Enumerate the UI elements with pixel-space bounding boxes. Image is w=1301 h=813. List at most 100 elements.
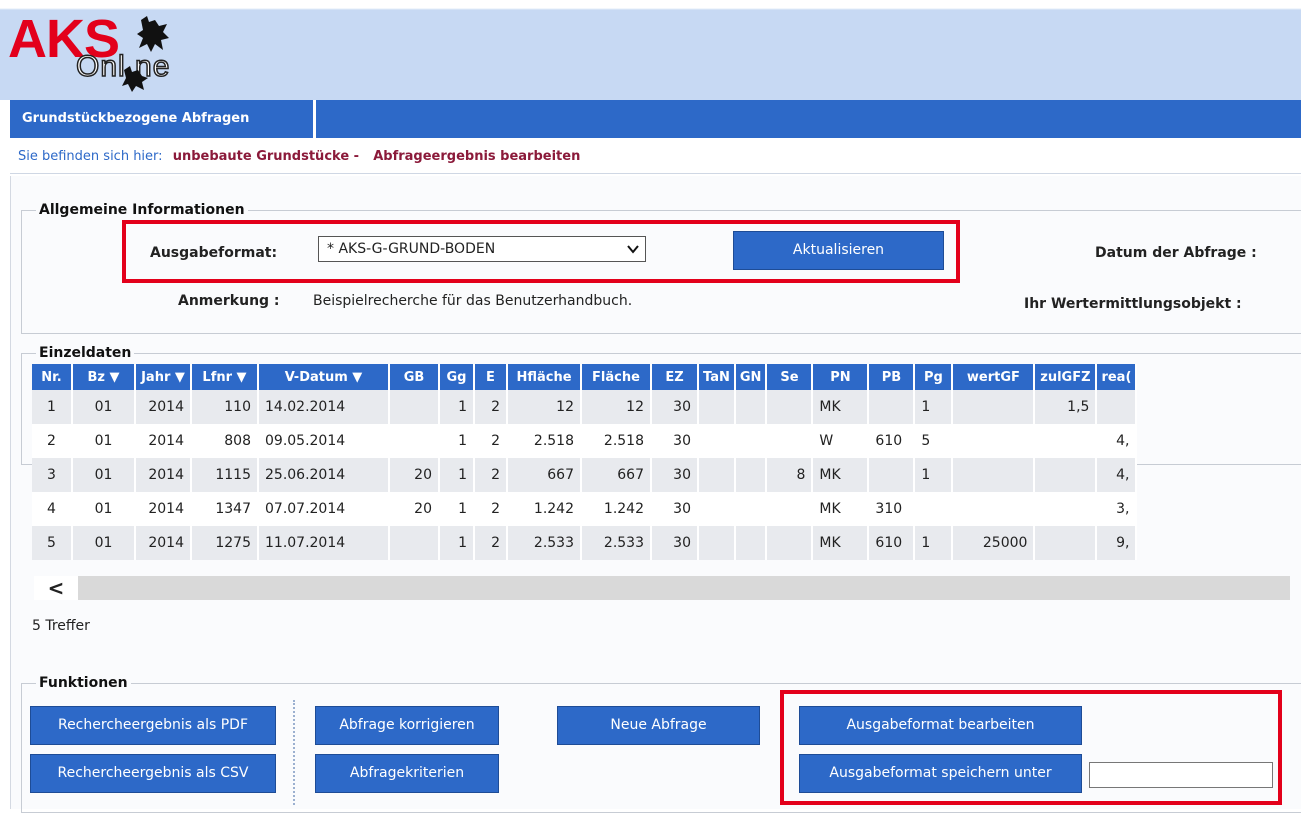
table-cell: [1034, 424, 1098, 458]
breadcrumb: Sie befinden sich hier: unbebaute Grunds…: [10, 140, 1301, 174]
table-cell: 4: [32, 492, 73, 526]
column-header: E: [474, 364, 508, 390]
einzeldaten-table-wrap[interactable]: Nr. Bz ▼ Jahr ▼ Lfnr ▼ V-Datum ▼ GB Gg E Hfläche…: [32, 364, 1290, 604]
table-cell: [734, 526, 768, 560]
table-cell: [389, 390, 440, 424]
breadcrumb-item-abfrageergebnis[interactable]: Abfrageergebnis bearbeiten: [373, 149, 580, 164]
table-cell: 3: [32, 458, 73, 492]
table-cell: 2014: [135, 458, 192, 492]
query-criteria-button[interactable]: Abfragekriterien: [315, 754, 499, 793]
column-header[interactable]: Lfnr ▼: [191, 364, 259, 390]
table-cell: 3,: [1096, 492, 1138, 526]
table-cell: [952, 492, 1036, 526]
table-cell: 2.518: [581, 424, 652, 458]
table-cell: 2014: [135, 526, 192, 560]
column-header: zulGFZ: [1034, 364, 1098, 390]
object-label: Ihr Wertermittlungsobjekt :: [1024, 296, 1242, 312]
column-header[interactable]: Bz ▼: [72, 364, 136, 390]
table-cell: 2: [474, 458, 508, 492]
table-cell: [698, 424, 736, 458]
table-cell: 4,: [1096, 424, 1138, 458]
table-cell: 30: [651, 390, 699, 424]
table-cell: 14.02.2014: [258, 390, 390, 424]
table-cell: MK: [812, 526, 870, 560]
scroll-left-arrow-icon[interactable]: <: [34, 576, 78, 600]
horizontal-scrollbar[interactable]: <: [34, 576, 1290, 600]
hits-count: 5 Treffer: [32, 618, 90, 634]
table-row[interactable]: 5 01 2014 1275 11.07.2014 1 2 2.533 2.533 30 MK 610…: [32, 526, 1138, 560]
format-select-value: * AKS-G-GRUND-BODEN: [327, 241, 496, 257]
edit-format-button[interactable]: Ausgabeformat bearbeiten: [799, 706, 1082, 745]
general-info-fieldset: Allgemeine Informationen: [21, 202, 1301, 334]
table-cell: 20: [389, 458, 440, 492]
column-header: PB: [868, 364, 916, 390]
table-cell: MK: [812, 390, 870, 424]
save-format-as-button[interactable]: Ausgabeformat speichern unter: [799, 754, 1082, 793]
table-cell: 2014: [135, 424, 192, 458]
save-format-name-input[interactable]: [1089, 762, 1273, 788]
breadcrumb-prefix: Sie befinden sich hier:: [18, 149, 163, 164]
table-row[interactable]: 1 01 2014 110 14.02.2014 1 2 12 12 30 MK 1 1,5: [32, 390, 1138, 424]
table-cell: [698, 390, 736, 424]
table-cell: 5: [914, 424, 954, 458]
csv-export-button[interactable]: Rechercheergebnis als CSV: [30, 754, 276, 793]
column-header: EZ: [651, 364, 699, 390]
table-cell: [1034, 526, 1098, 560]
breadcrumb-item-unbebaute[interactable]: unbebaute Grundstücke -: [173, 149, 359, 164]
column-header: Gg: [439, 364, 475, 390]
table-cell: 30: [651, 492, 699, 526]
table-cell: 2.533: [581, 526, 652, 560]
format-select[interactable]: * AKS-G-GRUND-BODEN: [318, 236, 646, 262]
note-value: Beispielrecherche für das Benutzerhandbu…: [313, 293, 633, 309]
column-header[interactable]: V-Datum ▼: [258, 364, 390, 390]
table-row[interactable]: 3 01 2014 1115 25.06.2014 20 1 2 667 667 30 8 MK 1 4,: [32, 458, 1138, 492]
table-cell: MK: [812, 458, 870, 492]
table-cell: 1115: [191, 458, 259, 492]
table-cell: [389, 424, 440, 458]
table-cell: 1347: [191, 492, 259, 526]
table-cell: 2.518: [507, 424, 582, 458]
table-cell: 1275: [191, 526, 259, 560]
table-cell: 1: [439, 492, 475, 526]
table-row[interactable]: 2 01 2014 808 09.05.2014 1 2 2.518 2.518 30 W 610 5 4…: [32, 424, 1138, 458]
table-cell: 2: [474, 526, 508, 560]
header-banner: AKS Onl ne: [0, 0, 1301, 100]
column-header: Pg: [914, 364, 954, 390]
table-cell: 09.05.2014: [258, 424, 390, 458]
table-cell: [952, 458, 1036, 492]
table-cell: W: [812, 424, 870, 458]
column-header: rea(: [1096, 364, 1138, 390]
table-cell: 11.07.2014: [258, 526, 390, 560]
tab-grundstueckbezogene-abfragen[interactable]: Grundstückbezogene Abfragen: [10, 100, 316, 138]
new-query-button[interactable]: Neue Abfrage: [557, 706, 760, 745]
column-header: Nr.: [32, 364, 73, 390]
column-header: Se: [766, 364, 814, 390]
table-cell: 1: [439, 424, 475, 458]
table-row[interactable]: 4 01 2014 1347 07.07.2014 20 1 2 1.242 1.242 30 MK 3…: [32, 492, 1138, 526]
table-cell: [868, 458, 916, 492]
bear-small-icon: [122, 66, 148, 92]
table-cell: 01: [72, 424, 136, 458]
column-header: GN: [734, 364, 768, 390]
function-divider: [293, 700, 295, 805]
update-button[interactable]: Aktualisieren: [733, 231, 944, 270]
correct-query-button[interactable]: Abfrage korrigieren: [315, 706, 499, 745]
table-cell: 30: [651, 458, 699, 492]
table-cell: 07.07.2014: [258, 492, 390, 526]
table-cell: [766, 390, 814, 424]
table-cell: 1: [914, 390, 954, 424]
pdf-export-button[interactable]: Rechercheergebnis als PDF: [30, 706, 276, 745]
table-cell: [389, 526, 440, 560]
column-header[interactable]: Jahr ▼: [135, 364, 192, 390]
table-cell: 1: [439, 526, 475, 560]
table-cell: 1: [32, 390, 73, 424]
table-cell: 12: [581, 390, 652, 424]
table-cell: [868, 390, 916, 424]
table-cell: [1096, 390, 1138, 424]
table-cell: 30: [651, 424, 699, 458]
table-cell: 25.06.2014: [258, 458, 390, 492]
table-cell: 1: [439, 458, 475, 492]
table-cell: [1034, 458, 1098, 492]
table-header-row: Nr. Bz ▼ Jahr ▼ Lfnr ▼ V-Datum ▼ GB Gg E Hfläche…: [32, 364, 1138, 390]
table-cell: 1: [914, 526, 954, 560]
